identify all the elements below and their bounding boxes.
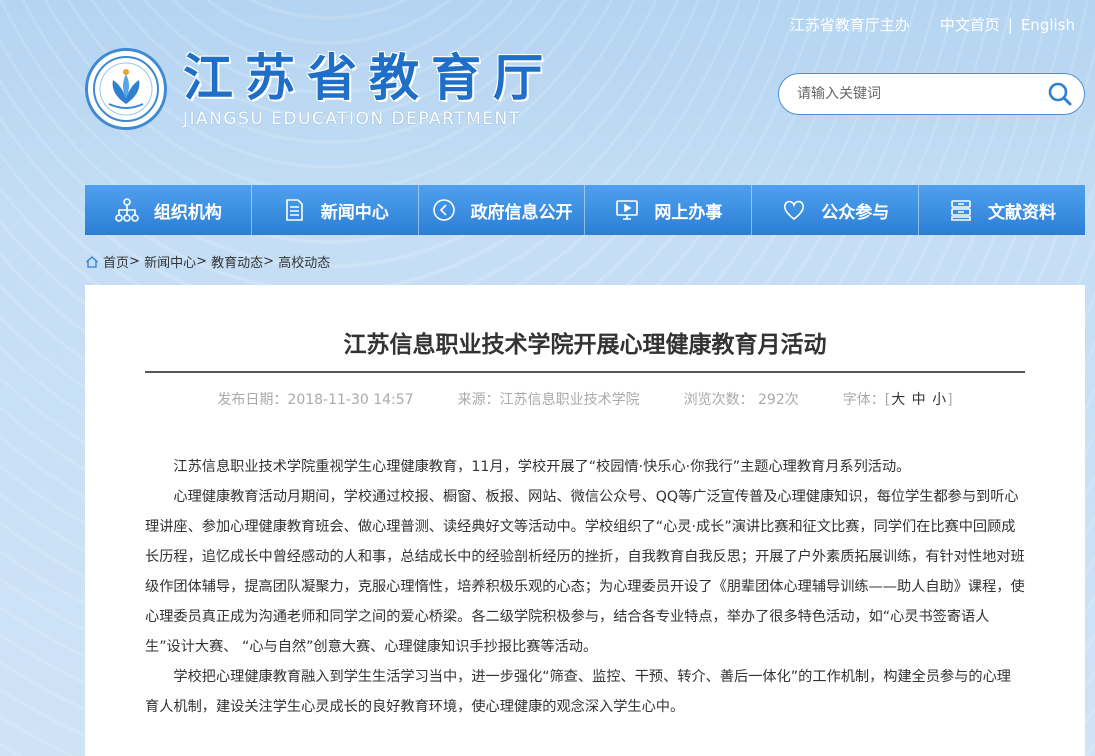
breadcrumb-edu[interactable]: 教育动态 — [211, 252, 263, 271]
article-source: 来源：江苏信息职业技术学院 — [457, 392, 640, 408]
nav-item-online-service[interactable]: 网上办事 — [585, 185, 753, 235]
article-paragraph: 江苏信息职业技术学院重视学生心理健康教育，11月，学校开展了“校园情·快乐心·你… — [173, 459, 911, 475]
font-medium-button[interactable]: 中 — [912, 392, 926, 408]
article-paragraph: 学校把心理健康教育融入到学生生活学习当中，进一步强化“筛查、监控、干预、转介、善… — [145, 669, 1011, 715]
nav-label-online-service: 网上办事 — [654, 202, 723, 223]
font-size-label: 字体： — [842, 392, 885, 408]
monitor-icon — [616, 200, 639, 220]
font-size-control: 字体：[大 中 小] — [843, 389, 953, 409]
font-bracket-open: [ — [884, 392, 891, 408]
article-body: 江苏信息职业技术学院重视学生心理健康教育，11月，学校开展了“校园情·快乐心·你… — [145, 452, 1025, 722]
nav-label-docs: 文献资料 — [988, 202, 1057, 223]
emblem-icon — [85, 48, 167, 130]
nav-item-public[interactable]: 公众参与 — [752, 185, 920, 235]
chinese-home-link[interactable]: 中文首页 — [940, 14, 1000, 35]
org-chart-icon — [115, 198, 139, 222]
search-input[interactable] — [797, 86, 1036, 102]
breadcrumb-news[interactable]: 新闻中心 — [144, 252, 196, 271]
publish-date: 发布日期：2018-11-30 14:57 — [217, 392, 414, 408]
english-link[interactable]: English — [1021, 16, 1075, 34]
nav-label-news: 新闻中心 — [320, 202, 389, 223]
main-nav: 组织机构 新闻中心 政府信息公开 网上办事 公众参与 文献资料 — [85, 185, 1085, 235]
breadcrumb-home[interactable]: 首页 — [103, 252, 129, 271]
logo-text: 江苏省教育厅 JIANGSU EDUCATION DEPARTMENT — [183, 49, 555, 129]
breadcrumb-sep: > — [196, 254, 207, 269]
nav-label-public: 公众参与 — [821, 202, 890, 223]
site-logo[interactable]: 江苏省教育厅 JIANGSU EDUCATION DEPARTMENT — [85, 48, 555, 130]
search-icon — [1048, 82, 1072, 106]
nav-label-org: 组织机构 — [153, 202, 222, 223]
heart-icon — [784, 200, 805, 221]
article-panel: 江苏信息职业技术学院开展心理健康教育月活动 发布日期：2018-11-30 14… — [85, 285, 1085, 756]
font-large-button[interactable]: 大 — [891, 392, 905, 408]
home-icon — [86, 255, 98, 268]
top-bar: 江苏省教育厅主办 中文首页 | English — [790, 14, 1075, 35]
logo-english-name: JIANGSU EDUCATION DEPARTMENT — [183, 109, 521, 129]
nav-item-org[interactable]: 组织机构 — [85, 185, 252, 235]
logo-chinese-name: 江苏省教育厅 — [183, 49, 555, 107]
font-bracket-close: ] — [947, 392, 953, 408]
breadcrumb-college[interactable]: 高校动态 — [278, 252, 330, 271]
article-title: 江苏信息职业技术学院开展心理健康教育月活动 — [343, 332, 827, 358]
breadcrumb: 首页 > 新闻中心 > 教育动态 > 高校动态 — [85, 252, 330, 271]
topbar-divider: | — [1007, 15, 1013, 34]
article-paragraph: 心理健康教育活动月期间，学校通过校报、橱窗、板报、网站、微信公众号、QQ等广泛宣… — [145, 489, 1025, 655]
nav-label-gov-info: 政府信息公开 — [470, 202, 573, 223]
search-box — [778, 73, 1085, 115]
article-meta: 发布日期：2018-11-30 14:57 来源：江苏信息职业技术学院 浏览次数… — [85, 389, 1085, 409]
breadcrumb-sep: > — [129, 254, 140, 269]
view-count: 浏览次数： 292次 — [683, 392, 799, 408]
sponsor-text: 江苏省教育厅主办 — [789, 16, 910, 34]
nav-item-news[interactable]: 新闻中心 — [252, 185, 419, 235]
title-divider — [145, 371, 1025, 373]
nav-item-gov-info[interactable]: 政府信息公开 — [419, 185, 586, 235]
play-circle-icon — [432, 199, 455, 221]
archive-icon — [951, 200, 971, 221]
nav-item-docs[interactable]: 文献资料 — [919, 185, 1085, 235]
document-icon — [285, 199, 303, 221]
font-small-button[interactable]: 小 — [932, 392, 946, 408]
search-button[interactable] — [1036, 74, 1084, 114]
breadcrumb-sep: > — [263, 254, 275, 269]
